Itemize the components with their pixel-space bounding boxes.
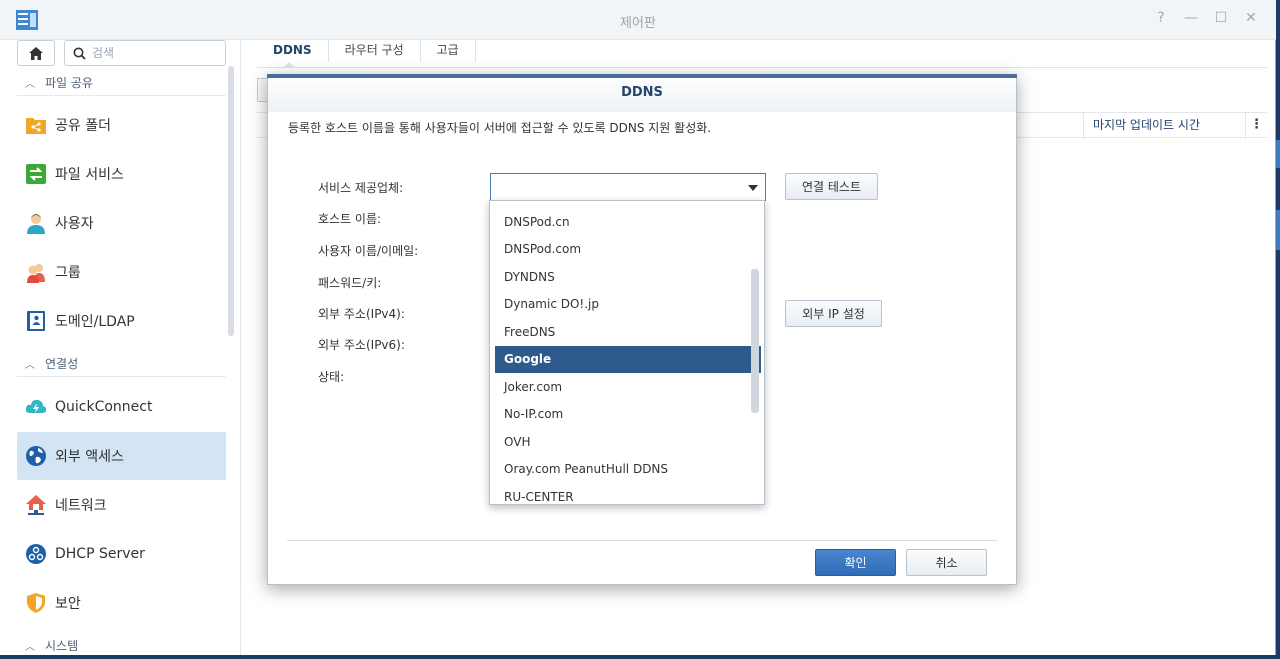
dropdown-arrow-icon[interactable] <box>748 185 758 191</box>
provider-dropdown-list[interactable]: DNSPod.cn DNSPod.com DYNDNS Dynamic DO!.… <box>489 200 765 505</box>
sidebar-item-label: 외부 액세스 <box>55 449 124 465</box>
sidebar-item-label: 파일 서비스 <box>55 167 124 183</box>
close-icon[interactable]: ✕ <box>1244 10 1258 26</box>
dropdown-option[interactable]: DNSPod.cn <box>495 209 761 236</box>
dropdown-option[interactable]: Dynamic DO!.jp <box>495 291 761 318</box>
section-label: 시스템 <box>45 638 79 653</box>
sidebar-item-label: 보안 <box>55 596 81 612</box>
dropdown-scrollbar[interactable] <box>751 269 759 413</box>
sidebar-item-label: 네트워크 <box>55 498 107 514</box>
tab-advanced[interactable]: 고급 <box>421 40 476 62</box>
sidebar-item-label: 공유 폴더 <box>55 118 111 134</box>
maximize-icon[interactable]: ☐ <box>1214 10 1228 26</box>
control-panel-window: 제어판 ? — ☐ ✕ ︿ 파일 공유 <box>0 0 1276 655</box>
section-system[interactable]: ︿ 시스템 <box>17 632 226 655</box>
test-connection-button[interactable]: 연결 테스트 <box>785 173 878 200</box>
desktop-edge-strip <box>1276 210 1280 250</box>
help-icon[interactable]: ? <box>1154 10 1168 26</box>
dialog-description: 등록한 호스트 이름을 통해 사용자들이 서버에 접근할 수 있도록 DDNS … <box>288 121 712 135</box>
user-icon <box>25 212 47 234</box>
section-file-sharing[interactable]: ︿ 파일 공유 <box>17 70 226 96</box>
tab-bar: DDNS 라우터 구성 고급 <box>257 40 1267 68</box>
ipv4-label: 외부 주소(IPv4): <box>318 307 405 321</box>
dropdown-option[interactable]: RU-CENTER <box>495 484 761 504</box>
dropdown-option[interactable]: OVH <box>495 429 761 456</box>
section-connectivity[interactable]: ︿ 연결성 <box>17 351 226 377</box>
sidebar-item-group[interactable]: 그룹 <box>17 248 226 296</box>
hostname-label: 호스트 이름: <box>318 212 382 226</box>
home-icon <box>29 46 43 60</box>
dialog-title: DDNS <box>268 78 1016 112</box>
minimize-icon[interactable]: — <box>1184 10 1198 26</box>
dhcp-server-icon <box>25 543 47 565</box>
sidebar-item-network[interactable]: 네트워크 <box>17 481 226 529</box>
provider-label: 서비스 제공업체: <box>318 181 404 195</box>
collapse-caret-icon: ︿ <box>25 79 35 90</box>
ok-button[interactable]: 확인 <box>815 549 896 576</box>
collapse-caret-icon: ︿ <box>25 360 35 371</box>
search-icon <box>73 47 86 60</box>
dropdown-option[interactable]: Oray.com PeanutHull DDNS <box>495 456 761 483</box>
external-access-icon <box>25 445 47 467</box>
sidebar-item-user[interactable]: 사용자 <box>17 199 226 247</box>
dropdown-option-selected[interactable]: Google <box>495 346 761 373</box>
group-icon <box>25 261 47 283</box>
network-icon <box>25 494 47 516</box>
sidebar-item-shared-folder[interactable]: 공유 폴더 <box>17 101 226 149</box>
sidebar-item-label: 그룹 <box>55 265 81 281</box>
status-label: 상태: <box>318 370 345 384</box>
sidebar-item-security[interactable]: 보안 <box>17 579 226 627</box>
desktop-edge-strip <box>1276 140 1280 168</box>
external-ip-button[interactable]: 외부 IP 설정 <box>785 300 882 327</box>
tab-ddns[interactable]: DDNS <box>257 40 329 62</box>
sidebar-item-quickconnect[interactable]: QuickConnect <box>17 383 226 431</box>
domain-ldap-icon <box>25 310 47 332</box>
sidebar-item-label: QuickConnect <box>55 399 153 415</box>
active-tab-indicator <box>283 62 295 68</box>
dropdown-option[interactable]: DNSPod.com <box>495 236 761 263</box>
tab-router-config[interactable]: 라우터 구성 <box>329 40 421 62</box>
sidebar: ︿ 파일 공유 공유 폴더 파일 서비스 사용자 그룹 <box>0 40 241 655</box>
title-bar: 제어판 ? — ☐ ✕ <box>0 0 1276 40</box>
dropdown-option[interactable]: No-IP.com <box>495 401 761 428</box>
dialog-divider <box>287 540 997 541</box>
sidebar-item-label: 사용자 <box>55 216 94 232</box>
section-label: 연결성 <box>45 357 79 371</box>
provider-select[interactable] <box>490 173 766 201</box>
username-label: 사용자 이름/이메일: <box>318 244 419 258</box>
column-menu-icon[interactable]: ⋮ <box>1245 113 1267 139</box>
search-box[interactable] <box>64 40 226 66</box>
collapse-caret-icon: ︿ <box>25 641 35 653</box>
sidebar-item-file-services[interactable]: 파일 서비스 <box>17 150 226 198</box>
file-services-icon <box>25 163 47 185</box>
ipv6-label: 외부 주소(IPv6): <box>318 338 405 352</box>
password-label: 패스워드/키: <box>318 276 382 290</box>
shield-icon <box>25 592 47 614</box>
sidebar-item-dhcp-server[interactable]: DHCP Server <box>17 530 226 578</box>
search-input[interactable] <box>92 46 212 60</box>
sidebar-item-domain-ldap[interactable]: 도메인/LDAP <box>17 297 226 345</box>
shared-folder-icon <box>25 114 47 136</box>
sidebar-item-external-access[interactable]: 외부 액세스 <box>17 432 226 480</box>
window-title: 제어판 <box>620 16 656 31</box>
home-button[interactable] <box>17 40 55 66</box>
cancel-button[interactable]: 취소 <box>906 549 987 576</box>
sidebar-item-label: 도메인/LDAP <box>55 314 135 330</box>
sidebar-scrollbar[interactable] <box>228 66 234 336</box>
quickconnect-icon <box>25 396 47 418</box>
dropdown-option[interactable]: FreeDNS <box>495 319 761 346</box>
section-label: 파일 공유 <box>45 76 93 90</box>
column-last-update[interactable]: 마지막 업데이트 시간 <box>1083 113 1245 139</box>
sidebar-item-label: DHCP Server <box>55 546 145 562</box>
dropdown-option[interactable]: Joker.com <box>495 374 761 401</box>
dropdown-option[interactable]: DYNDNS <box>495 264 761 291</box>
